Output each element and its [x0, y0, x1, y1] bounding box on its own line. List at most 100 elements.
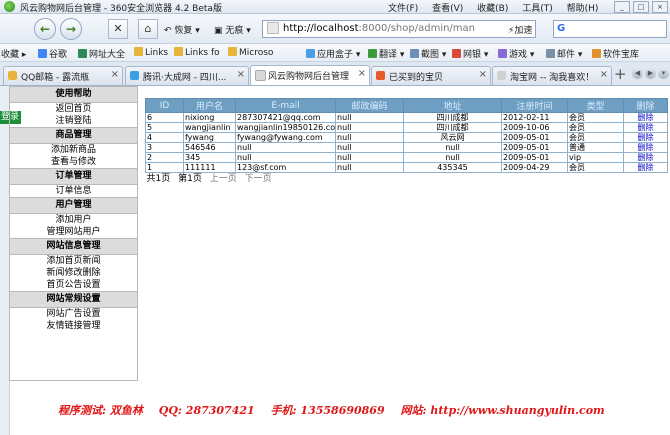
bookmark-label: 谷歌 [49, 50, 68, 60]
pager-prev-link[interactable]: 上一页 [210, 174, 237, 184]
table-header-row: ID 用户名 E-mail 邮政编码 地址 注册时间 类型 删除 [145, 98, 668, 113]
bank-icon [452, 49, 461, 58]
restore-label: 恢复 [174, 26, 193, 36]
address-bar[interactable]: http://localhost:8000/shop/admin/man [262, 20, 536, 38]
menu-tools[interactable]: 工具(T) [522, 4, 553, 14]
google-search-icon: G [557, 23, 566, 34]
menu-help[interactable]: 帮助(H) [567, 4, 599, 14]
tab-tencent-news[interactable]: 腾讯·大成网 - 四川... × [125, 66, 249, 85]
restore-button[interactable]: ↶ 恢复 ▾ [164, 23, 200, 36]
menu-favorites[interactable]: 收藏(B) [477, 4, 508, 14]
menu-item-add-product[interactable]: 添加新商品 [10, 144, 137, 156]
delete-link[interactable]: 删除 [623, 132, 668, 143]
menu-item-announcement[interactable]: 首页公告设置 [10, 279, 137, 291]
table-row: 6 nixiong 287307421@qq.com null 四川成都 201… [145, 112, 668, 123]
delete-link[interactable]: 删除 [623, 122, 668, 133]
tab-taobao[interactable]: 淘宝网 -- 淘我喜欢！ × [492, 66, 612, 85]
folder-icon [134, 47, 143, 56]
tab-purchased[interactable]: 已买到的宝贝 × [371, 66, 491, 85]
table-row: 4 fywang fywang@fywang.com null 风云网 2009… [145, 132, 668, 143]
close-icon[interactable]: × [652, 1, 668, 13]
bookmark-mail[interactable]: 邮件 ▾ [546, 47, 582, 60]
new-tab-icon[interactable]: + [614, 66, 627, 82]
tab-close-icon[interactable]: × [358, 68, 366, 79]
stop-icon[interactable]: ✕ [108, 19, 128, 39]
column-header-address: 地址 [403, 98, 502, 113]
bookmark-links[interactable]: Links [134, 47, 168, 58]
menu-item-add-news[interactable]: 添加首页新闻 [10, 255, 137, 267]
bookmark-online-bank[interactable]: 网银 ▾ [452, 47, 488, 60]
pager-next-link[interactable]: 下一页 [245, 174, 272, 184]
google-icon [38, 49, 47, 58]
tab-list-icon[interactable]: ▾ [658, 68, 669, 79]
credit-qq: QQ: 287307421 [158, 404, 255, 417]
tab-scroll-right-icon[interactable]: ▶ [645, 68, 656, 79]
tab-close-icon[interactable]: × [479, 69, 487, 80]
menu-item-edit-products[interactable]: 查看与修改 [10, 156, 137, 168]
cell-username: nixiong [183, 112, 236, 123]
cell-username: 345 [183, 152, 236, 163]
cell-username: wangjianlin [183, 122, 236, 133]
admin-sidebar-menu: 使用帮助 返回首页 注销登陆 商品管理 添加新商品 查看与修改 订单管理 订单信… [9, 86, 138, 381]
menu-item-order-info[interactable]: 订单信息 [10, 185, 137, 197]
tab-shop-admin[interactable]: 风云购物网后台管理 × [250, 65, 370, 85]
menu-group-help-title: 使用帮助 [10, 86, 137, 103]
bookmark-label: 网银 [463, 50, 482, 60]
cell-email: null [235, 142, 336, 153]
maximize-icon[interactable]: □ [633, 1, 649, 13]
author-credit-watermark: 程序测试: 双鱼林 QQ: 287307421 手机: 13558690869 … [58, 402, 658, 418]
bookmark-games[interactable]: 游戏 ▾ [498, 47, 534, 60]
tab-qq-mail[interactable]: QQ邮箱 - 露流瓶 × [3, 66, 123, 85]
bookmark-label: 截图 [421, 50, 440, 60]
bookmark-favorites[interactable]: 收藏 ▸ [1, 47, 26, 60]
table-row: 2 345 null null null 2009-05-01 vip 删除 [145, 152, 668, 163]
menu-item-home[interactable]: 返回首页 [10, 103, 137, 115]
cell-address: 四川成都 [403, 122, 502, 133]
delete-link[interactable]: 删除 [623, 142, 668, 153]
credit-phone: 手机: 13558690869 [270, 404, 385, 417]
bookmark-translate[interactable]: 翻译 ▾ [368, 47, 404, 60]
bookmark-screenshot[interactable]: 截图 ▾ [410, 47, 446, 60]
app-box-icon [306, 49, 315, 58]
menu-item-add-user[interactable]: 添加用户 [10, 214, 137, 226]
bookmark-microsoft[interactable]: Microso [228, 47, 273, 58]
pager-row: 共1页 第1页 上一页 下一页 [145, 172, 668, 185]
menu-item-links[interactable]: 友情链接管理 [10, 320, 137, 332]
bookmark-links-for[interactable]: Links fo [174, 47, 220, 58]
cell-register-time: 2009-05-01 [501, 152, 568, 163]
bookmark-google[interactable]: 谷歌 [38, 47, 67, 60]
cell-address: null [403, 142, 502, 153]
cell-register-time: 2012-02-11 [501, 112, 568, 123]
tab-close-icon[interactable]: × [111, 69, 119, 80]
menu-item-manage-users[interactable]: 管理网站用户 [10, 226, 137, 238]
bookmark-label: 软件宝库 [603, 50, 640, 60]
cell-id: 4 [145, 132, 184, 143]
accelerate-button[interactable]: ⚡加速 [508, 23, 532, 36]
menu-view[interactable]: 查看(V) [432, 4, 463, 14]
page-content: 登录 使用帮助 返回首页 注销登陆 商品管理 添加新商品 查看与修改 订单管理 … [0, 86, 670, 435]
home-icon[interactable]: ⌂ [138, 19, 158, 39]
menu-item-edit-news[interactable]: 新闻修改删除 [10, 267, 137, 279]
delete-link[interactable]: 删除 [623, 162, 668, 173]
tab-close-icon[interactable]: × [237, 69, 245, 80]
search-input[interactable]: G [553, 20, 667, 38]
tab-scroll-left-icon[interactable]: ◀ [632, 68, 643, 79]
bookmark-software-store[interactable]: 软件宝库 [592, 47, 639, 60]
cell-postcode: null [335, 112, 404, 123]
menu-item-ads[interactable]: 网站广告设置 [10, 308, 137, 320]
menu-item-logout[interactable]: 注销登陆 [10, 115, 137, 127]
tab-close-icon[interactable]: × [600, 69, 608, 80]
tab-label: 已买到的宝贝 [389, 73, 444, 83]
bookmark-label: 应用盒子 [317, 50, 354, 60]
delete-link[interactable]: 删除 [623, 112, 668, 123]
forward-arrow-icon[interactable]: → [60, 18, 82, 40]
delete-link[interactable]: 删除 [623, 152, 668, 163]
back-arrow-icon[interactable]: ← [34, 18, 56, 40]
no-mark-button[interactable]: ▣ 无痕 ▾ [214, 23, 251, 36]
minimize-icon[interactable]: _ [614, 1, 630, 13]
menu-file[interactable]: 文件(F) [388, 4, 418, 14]
cell-email: wangjianlin19850126.com [235, 122, 336, 133]
bookmark-site-directory[interactable]: 网址大全 [78, 47, 125, 60]
bookmark-app-box[interactable]: 应用盒子 ▾ [306, 47, 360, 60]
window-title: 风云购物网后台管理 - 360安全浏览器 4.2 Beta版 [20, 4, 222, 14]
